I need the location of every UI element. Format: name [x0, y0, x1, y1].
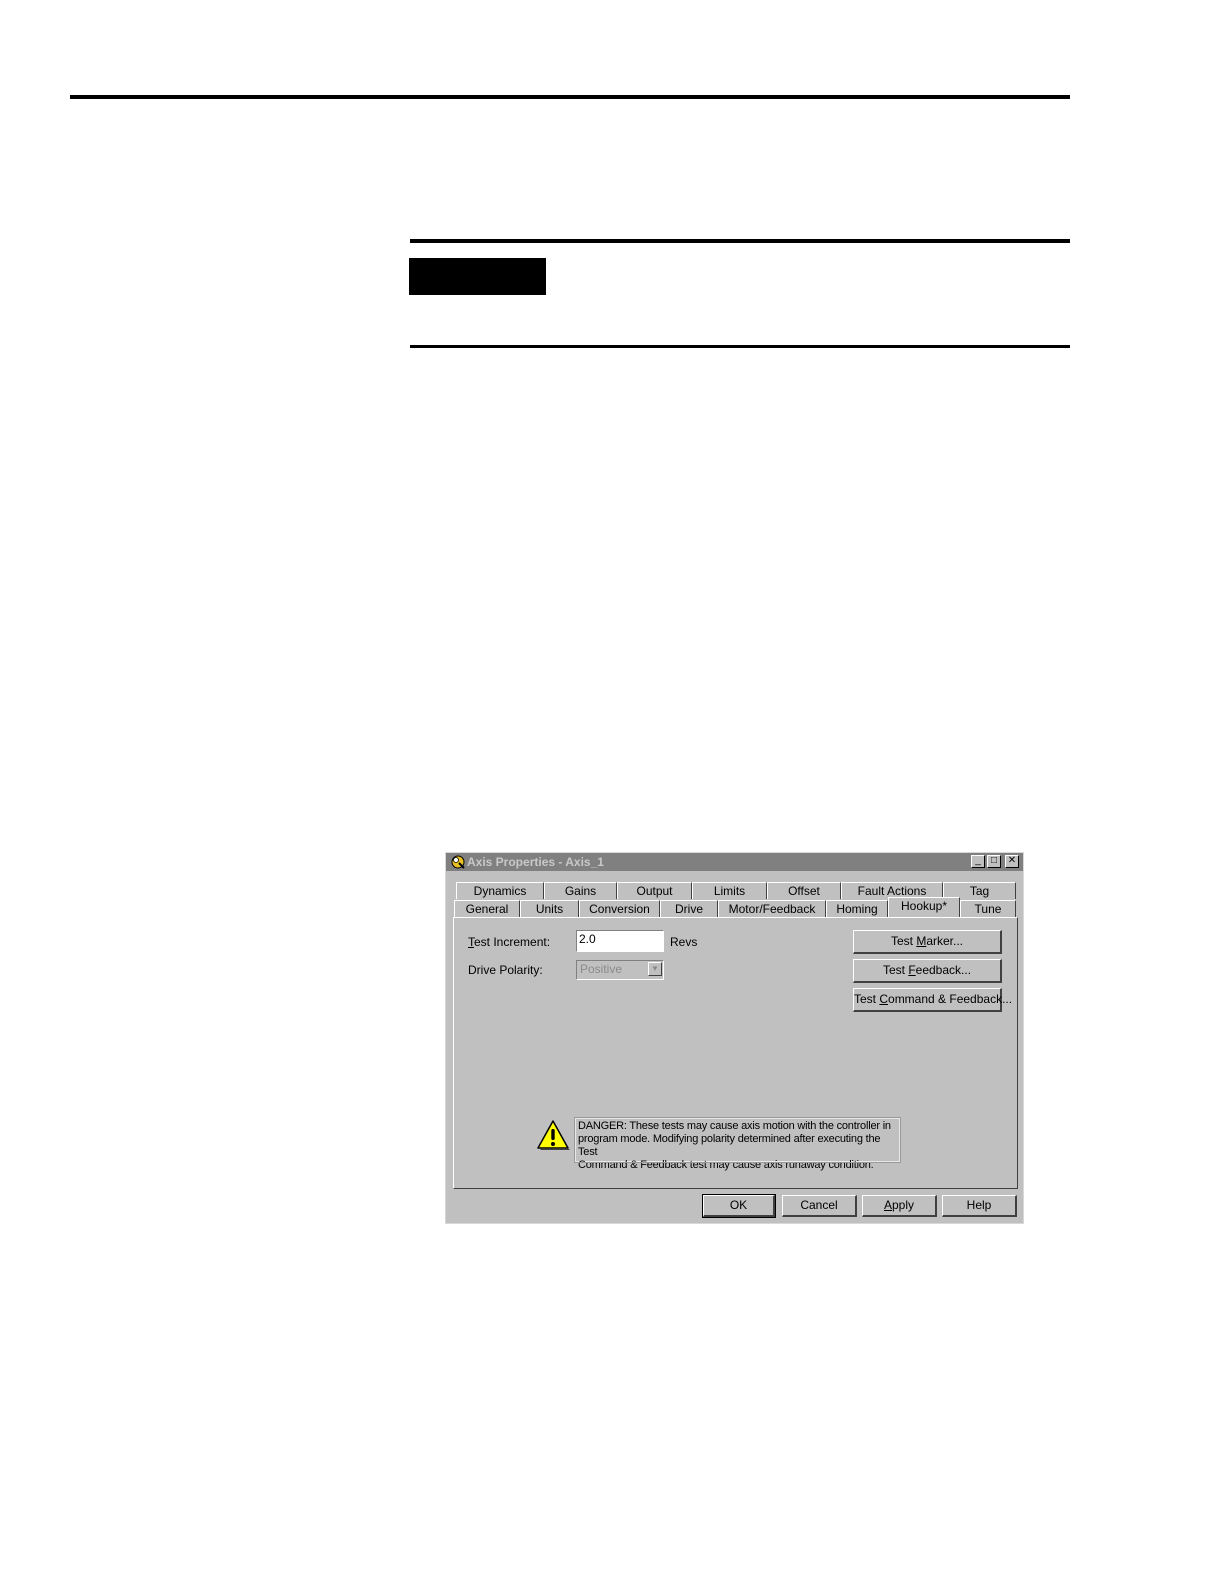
help-button[interactable]: Help — [942, 1195, 1017, 1217]
test-marker-button[interactable]: Test Marker... — [853, 930, 1002, 954]
warning-line: Command & Feedback test may cause axis r… — [578, 1159, 874, 1171]
drive-polarity-select[interactable]: Positive ▼ — [576, 960, 664, 980]
tab-conversion[interactable]: Conversion — [579, 900, 660, 917]
danger-warning-text: DANGER: These tests may cause axis motio… — [574, 1117, 901, 1171]
test-increment-label: Test Increment: — [468, 935, 551, 949]
apply-button[interactable]: Apply — [862, 1195, 937, 1217]
tab-drive[interactable]: Drive — [660, 900, 718, 917]
tab-limits[interactable]: Limits — [692, 882, 767, 899]
tab-homing[interactable]: Homing — [826, 900, 888, 917]
test-command-feedback-button[interactable]: Test Command & Feedback... — [853, 988, 1012, 1012]
axis-properties-icon — [451, 855, 465, 869]
tab-gains[interactable]: Gains — [544, 882, 617, 899]
warning-line: DANGER: These tests may cause axis motio… — [578, 1120, 891, 1132]
test-increment-input[interactable]: 2.0 — [576, 930, 664, 952]
title-bar[interactable]: Axis Properties - Axis_1 _ □ ✕ — [446, 853, 1023, 871]
notice-top-rule — [410, 239, 1070, 243]
close-button[interactable]: ✕ — [1005, 855, 1019, 868]
drive-polarity-label: Drive Polarity: — [468, 963, 543, 977]
maximize-button[interactable]: □ — [987, 855, 1001, 868]
tab-motor-feedback[interactable]: Motor/Feedback — [718, 900, 826, 917]
hookup-tab-panel: Test Increment: 2.0 Revs Drive Polarity:… — [453, 917, 1018, 1189]
dialog-title: Axis Properties - Axis_1 — [467, 855, 604, 869]
drive-polarity-value: Positive — [580, 962, 623, 976]
notice-bottom-rule — [410, 345, 1070, 348]
tab-dynamics[interactable]: Dynamics — [456, 882, 544, 899]
tab-units[interactable]: Units — [520, 900, 579, 917]
chevron-down-icon[interactable]: ▼ — [648, 962, 662, 976]
minimize-button[interactable]: _ — [971, 855, 985, 868]
warning-triangle-icon — [537, 1120, 570, 1150]
notice-label-block — [409, 258, 546, 295]
tab-hookup[interactable]: Hookup* — [888, 897, 960, 917]
cancel-button[interactable]: Cancel — [782, 1195, 857, 1217]
tab-output[interactable]: Output — [617, 882, 692, 899]
tab-general[interactable]: General — [454, 900, 520, 917]
test-increment-unit: Revs — [670, 935, 698, 949]
axis-properties-dialog: Axis Properties - Axis_1 _ □ ✕ Dynamics … — [445, 852, 1024, 1224]
warning-line: program mode. Modifying polarity determi… — [578, 1133, 881, 1158]
tab-tune[interactable]: Tune — [960, 900, 1016, 917]
top-rule — [70, 95, 1070, 99]
ok-button[interactable]: OK — [702, 1194, 776, 1218]
test-feedback-button[interactable]: Test Feedback... — [853, 959, 1002, 983]
tab-offset[interactable]: Offset — [767, 882, 841, 899]
